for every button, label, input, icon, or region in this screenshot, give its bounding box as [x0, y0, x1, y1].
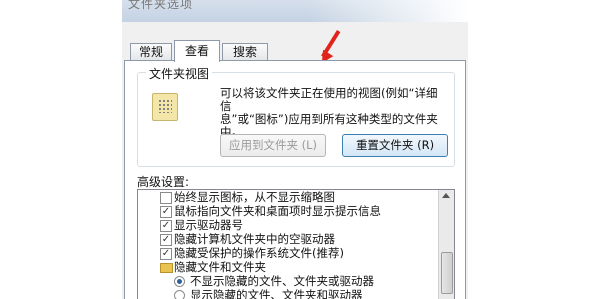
- scroll-up-arrow-icon[interactable]: [442, 193, 450, 198]
- checkbox-checked[interactable]: ✓: [160, 234, 172, 246]
- advanced-settings-label: 高级设置:: [137, 175, 190, 189]
- setting-show-drive-letters: 显示驱动器号: [174, 218, 243, 232]
- setting-hidden-files-group: 隐藏文件和文件夹: [174, 260, 266, 274]
- tab-search[interactable]: 搜索: [222, 43, 268, 61]
- title-bar: 文件夹选项: [122, 0, 468, 22]
- setting-hide-empty-drives: 隐藏计算机文件夹中的空驱动器: [174, 232, 335, 246]
- folder-options-dialog: 文件夹选项 常规 查看 搜索 文件夹视图 可以将该文件夹正在使用的视图(例如“详…: [122, 0, 468, 299]
- setting-show-hidden: 显示隐藏的文件、文件夹和驱动器: [190, 288, 363, 299]
- title-bar-fade: [308, 0, 468, 22]
- advanced-settings-tree[interactable]: 始终显示图标，从不显示缩略图 ✓ 鼠标指向文件夹和桌面项时显示提示信息 ✓ 显示…: [137, 189, 455, 299]
- apply-to-folders-button[interactable]: 应用到文件夹 (L): [220, 134, 326, 157]
- setting-hide-protected-os-files: 隐藏受保护的操作系统文件(推荐): [174, 246, 344, 260]
- radio[interactable]: [174, 290, 185, 299]
- folder-view-title: 文件夹视图: [146, 65, 213, 82]
- tab-general[interactable]: 常规: [130, 43, 172, 61]
- folder-icon: [160, 263, 173, 273]
- folder-view-icon: [152, 93, 178, 121]
- folder-view-description: 可以将该文件夹正在使用的视图(例如“详细信 息”或“图标”)应用到所有这种类型的…: [220, 87, 446, 139]
- description-line: 息”或“图标”)应用到所有这种类型的文件夹: [220, 112, 438, 126]
- checkbox-checked[interactable]: ✓: [160, 206, 172, 218]
- window-title: 文件夹选项: [128, 0, 194, 11]
- setting-dont-show-hidden: 不显示隐藏的文件、文件夹或驱动器: [190, 274, 374, 288]
- checkbox-checked[interactable]: ✓: [160, 248, 172, 260]
- reset-folders-button[interactable]: 重置文件夹 (R): [342, 134, 448, 157]
- radio-selected[interactable]: [174, 276, 185, 287]
- tab-view[interactable]: 查看: [174, 40, 220, 62]
- checkbox[interactable]: [160, 192, 172, 204]
- tab-strip: 常规 查看 搜索: [122, 22, 468, 67]
- vertical-scrollbar[interactable]: [438, 190, 454, 299]
- folder-view-group: 文件夹视图 可以将该文件夹正在使用的视图(例如“详细信 息”或“图标”)应用到所…: [137, 65, 455, 167]
- description-line: 可以将该文件夹正在使用的视图(例如“详细信: [220, 86, 438, 113]
- scrollbar-thumb[interactable]: [441, 252, 453, 294]
- checkbox-checked[interactable]: ✓: [160, 220, 172, 232]
- view-tab-panel: 文件夹视图 可以将该文件夹正在使用的视图(例如“详细信 息”或“图标”)应用到所…: [124, 60, 466, 299]
- setting-always-show-icons: 始终显示图标，从不显示缩略图: [174, 190, 335, 204]
- setting-show-tooltips: 鼠标指向文件夹和桌面项时显示提示信息: [174, 204, 381, 218]
